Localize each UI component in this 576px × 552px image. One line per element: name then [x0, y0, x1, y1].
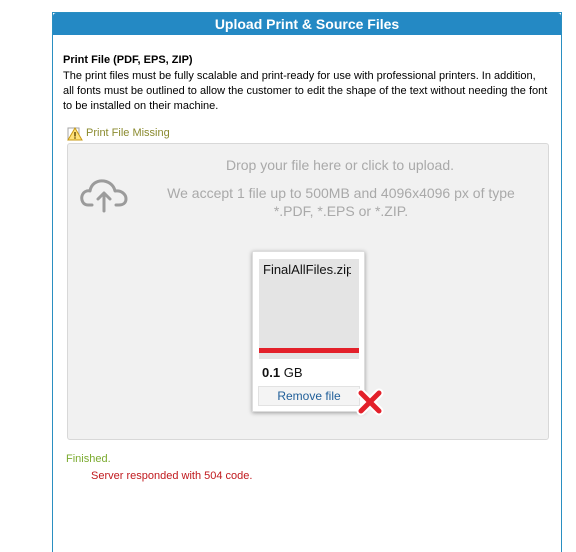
panel-title: Upload Print & Source Files [53, 13, 561, 35]
upload-progress-bar [259, 348, 359, 353]
section-description: The print files must be fully scalable a… [63, 70, 548, 112]
file-size-unit: GB [283, 365, 303, 380]
file-dropzone[interactable]: Drop your file here or click to upload. … [67, 143, 549, 440]
warning-icon [67, 125, 83, 141]
file-size-value: 0.1 [262, 365, 281, 380]
cloud-upload-icon [80, 175, 130, 215]
dropzone-title: Drop your file here or click to upload. [226, 157, 454, 173]
file-preview-card: FinalAllFiles.zip 0.1 GB Remove file [252, 251, 365, 412]
file-size: 0.1 GB [262, 365, 303, 380]
section-title: Print File (PDF, EPS, ZIP) [63, 54, 193, 66]
error-x-icon [356, 388, 384, 416]
status-error-message: Server responded with 504 code. [91, 470, 253, 482]
warning-row: Print File Missing [67, 125, 170, 141]
file-name: FinalAllFiles.zip [263, 262, 351, 277]
status-finished: Finished. [66, 453, 111, 465]
remove-file-button[interactable]: Remove file [258, 386, 360, 406]
upload-progress-fill [259, 348, 359, 353]
dropzone-accept-text: We accept 1 file up to 500MB and 4096x40… [167, 185, 515, 219]
upload-panel: Upload Print & Source Files Print File (… [52, 12, 562, 552]
warning-text: Print File Missing [86, 127, 170, 139]
